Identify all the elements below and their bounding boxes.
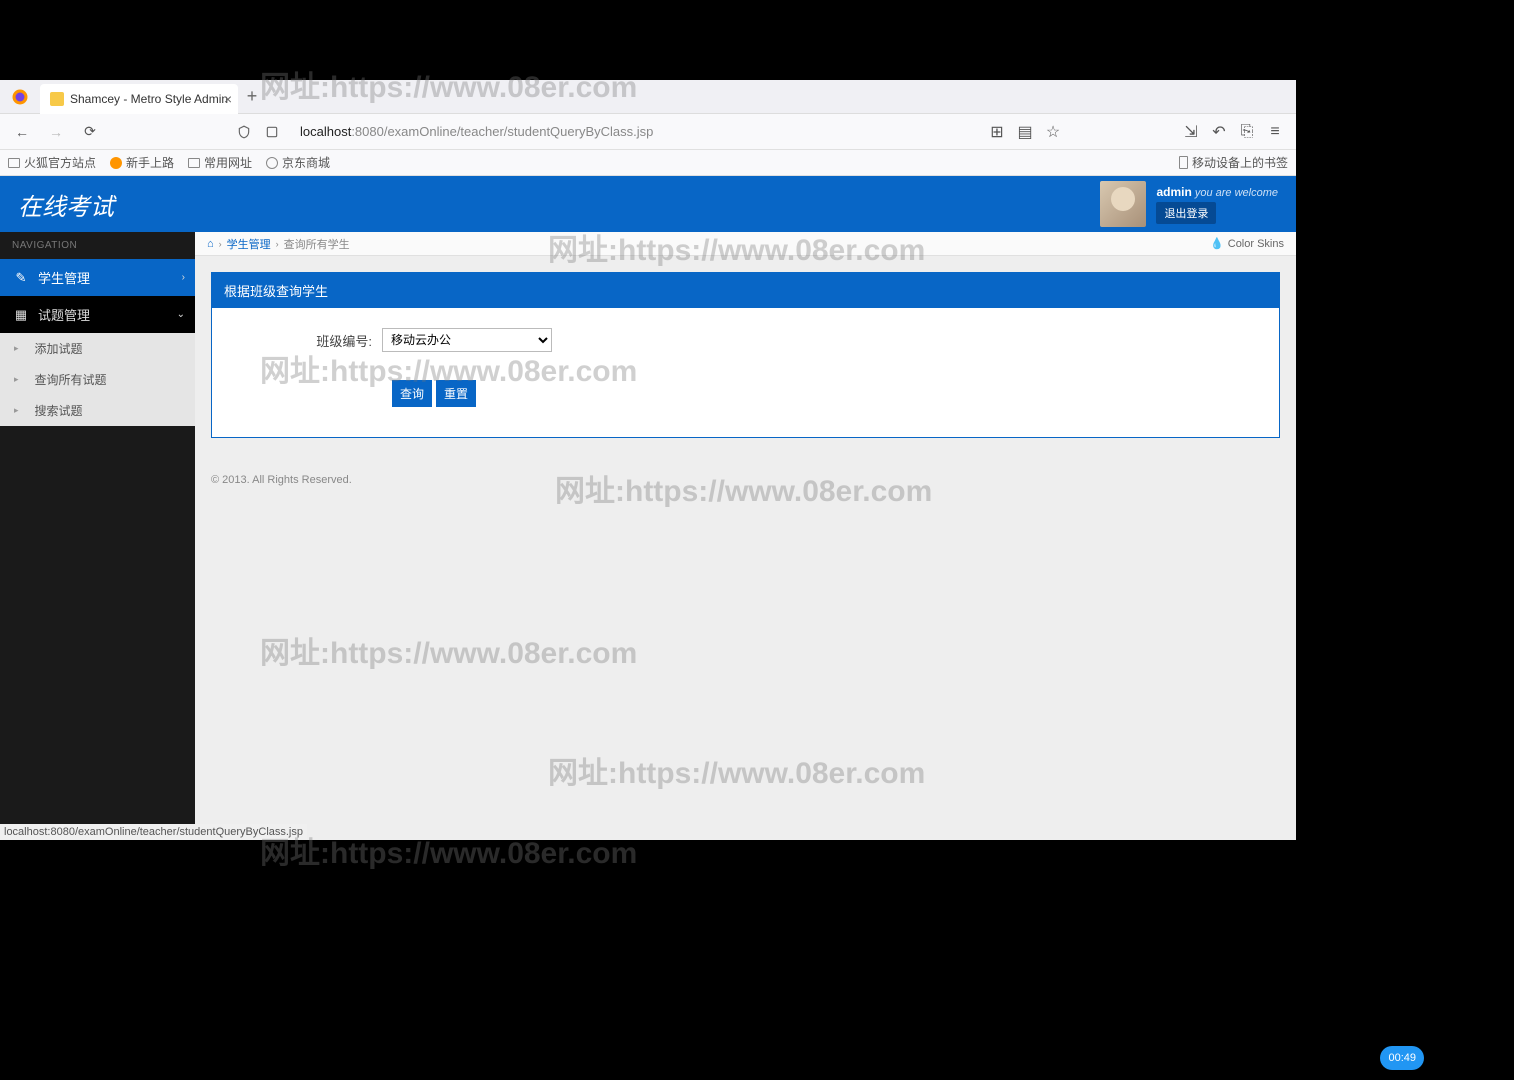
browser-tab-strip: Shamcey - Metro Style Admin × + <box>0 80 1296 114</box>
color-skins-button[interactable]: 💧 Color Skins <box>1210 237 1284 250</box>
reader-icon[interactable]: ▤ <box>1016 123 1034 141</box>
library-icon[interactable]: ⎘ <box>1238 123 1256 141</box>
main-content: ⌂ › 学生管理 › 查询所有学生 💧 Color Skins 根据班级查询学生 <box>195 232 1296 840</box>
firefox-icon <box>110 157 122 169</box>
subnav-label: 查询所有试题 <box>35 371 107 388</box>
username: admin <box>1156 185 1191 199</box>
globe-icon <box>266 157 278 169</box>
subnav-query-all[interactable]: 查询所有试题 <box>0 364 195 395</box>
folder-icon <box>8 158 20 168</box>
qr-icon[interactable]: ⊞ <box>988 123 1006 141</box>
bookmark-label: 新手上路 <box>126 154 174 171</box>
chevron-right-icon: › <box>276 239 279 249</box>
class-select[interactable]: 移动云办公 <box>382 328 552 352</box>
account-icon[interactable]: ↶ <box>1210 123 1228 141</box>
tab-title: Shamcey - Metro Style Admin <box>70 92 228 106</box>
bookmark-item[interactable]: 常用网址 <box>188 154 252 171</box>
bookmarks-bar: 火狐官方站点 新手上路 常用网址 京东商城 移动设备上的书签 <box>0 150 1296 176</box>
subnav-label: 添加试题 <box>35 340 83 357</box>
welcome-text: you are welcome <box>1195 187 1278 199</box>
sidebar: NAVIGATION ✎ 学生管理 › ▦ 试题管理 ⌄ 添加试题 查询所有试题… <box>0 232 195 840</box>
timer-badge: 00:49 <box>1380 1046 1424 1070</box>
pencil-icon: ✎ <box>14 270 28 286</box>
reload-button[interactable]: ⟳ <box>76 118 104 146</box>
status-bar: localhost:8080/examOnline/teacher/studen… <box>0 824 307 840</box>
class-id-label: 班级编号: <box>242 331 382 350</box>
shield-icon[interactable] <box>236 124 252 140</box>
bookmark-star-icon[interactable]: ☆ <box>1044 123 1062 141</box>
app-logo: 在线考试 <box>18 187 114 222</box>
home-icon[interactable]: ⌂ <box>207 238 214 250</box>
query-panel: 根据班级查询学生 班级编号: 移动云办公 查询 重置 <box>211 272 1280 438</box>
droplet-icon: 💧 <box>1210 237 1224 250</box>
firefox-logo-icon <box>6 83 34 111</box>
subnav-add-question[interactable]: 添加试题 <box>0 333 195 364</box>
bookmark-mobile[interactable]: 移动设备上的书签 <box>1179 154 1288 171</box>
query-button[interactable]: 查询 <box>392 380 432 407</box>
footer-copyright: © 2013. All Rights Reserved. <box>195 454 1296 506</box>
browser-tab[interactable]: Shamcey - Metro Style Admin × <box>40 84 238 114</box>
bookmark-item[interactable]: 新手上路 <box>110 154 174 171</box>
url-host: localhost <box>300 124 351 139</box>
nav-section-title: NAVIGATION <box>0 232 195 259</box>
info-icon[interactable] <box>264 124 280 140</box>
tab-close-icon[interactable]: × <box>224 91 232 107</box>
bookmark-label: 京东商城 <box>282 154 330 171</box>
breadcrumb-link[interactable]: 学生管理 <box>227 236 271 252</box>
avatar[interactable] <box>1100 181 1146 227</box>
url-bar: ← → ⟳ localhost:8080/examOnline/teacher/… <box>0 114 1296 150</box>
menu-icon[interactable]: ≡ <box>1266 123 1284 141</box>
nav-question-mgmt[interactable]: ▦ 试题管理 ⌄ <box>0 296 195 333</box>
breadcrumb-current: 查询所有学生 <box>284 236 350 252</box>
color-skins-label: Color Skins <box>1228 238 1284 250</box>
new-tab-button[interactable]: + <box>238 83 266 111</box>
mobile-icon <box>1179 156 1188 169</box>
extensions-icon[interactable]: ⇲ <box>1182 123 1200 141</box>
nav-student-mgmt[interactable]: ✎ 学生管理 › <box>0 259 195 296</box>
back-button[interactable]: ← <box>8 118 36 146</box>
breadcrumb: ⌂ › 学生管理 › 查询所有学生 💧 Color Skins <box>195 232 1296 256</box>
forward-button[interactable]: → <box>42 118 70 146</box>
bookmark-label: 火狐官方站点 <box>24 154 96 171</box>
bookmark-item[interactable]: 京东商城 <box>266 154 330 171</box>
chevron-right-icon: › <box>182 272 185 283</box>
url-path: :8080/examOnline/teacher/studentQueryByC… <box>351 124 653 139</box>
nav-label: 学生管理 <box>38 268 90 287</box>
user-info: admin you are welcome 退出登录 <box>1156 185 1278 224</box>
bookmark-label: 移动设备上的书签 <box>1192 154 1288 171</box>
bookmark-label: 常用网址 <box>204 154 252 171</box>
url-input[interactable]: localhost:8080/examOnline/teacher/studen… <box>292 118 982 146</box>
logout-button[interactable]: 退出登录 <box>1156 202 1216 224</box>
tab-favicon-icon <box>50 92 64 106</box>
bookmark-item[interactable]: 火狐官方站点 <box>8 154 96 171</box>
nav-label: 试题管理 <box>38 305 90 324</box>
chevron-right-icon: › <box>219 239 222 249</box>
briefcase-icon: ▦ <box>14 307 28 323</box>
subnav-search[interactable]: 搜索试题 <box>0 395 195 426</box>
app-header: 在线考试 admin you are welcome 退出登录 <box>0 176 1296 232</box>
reset-button[interactable]: 重置 <box>436 380 476 407</box>
subnav-label: 搜索试题 <box>35 402 83 419</box>
folder-icon <box>188 158 200 168</box>
panel-title: 根据班级查询学生 <box>212 273 1279 308</box>
chevron-down-icon: ⌄ <box>177 309 185 320</box>
